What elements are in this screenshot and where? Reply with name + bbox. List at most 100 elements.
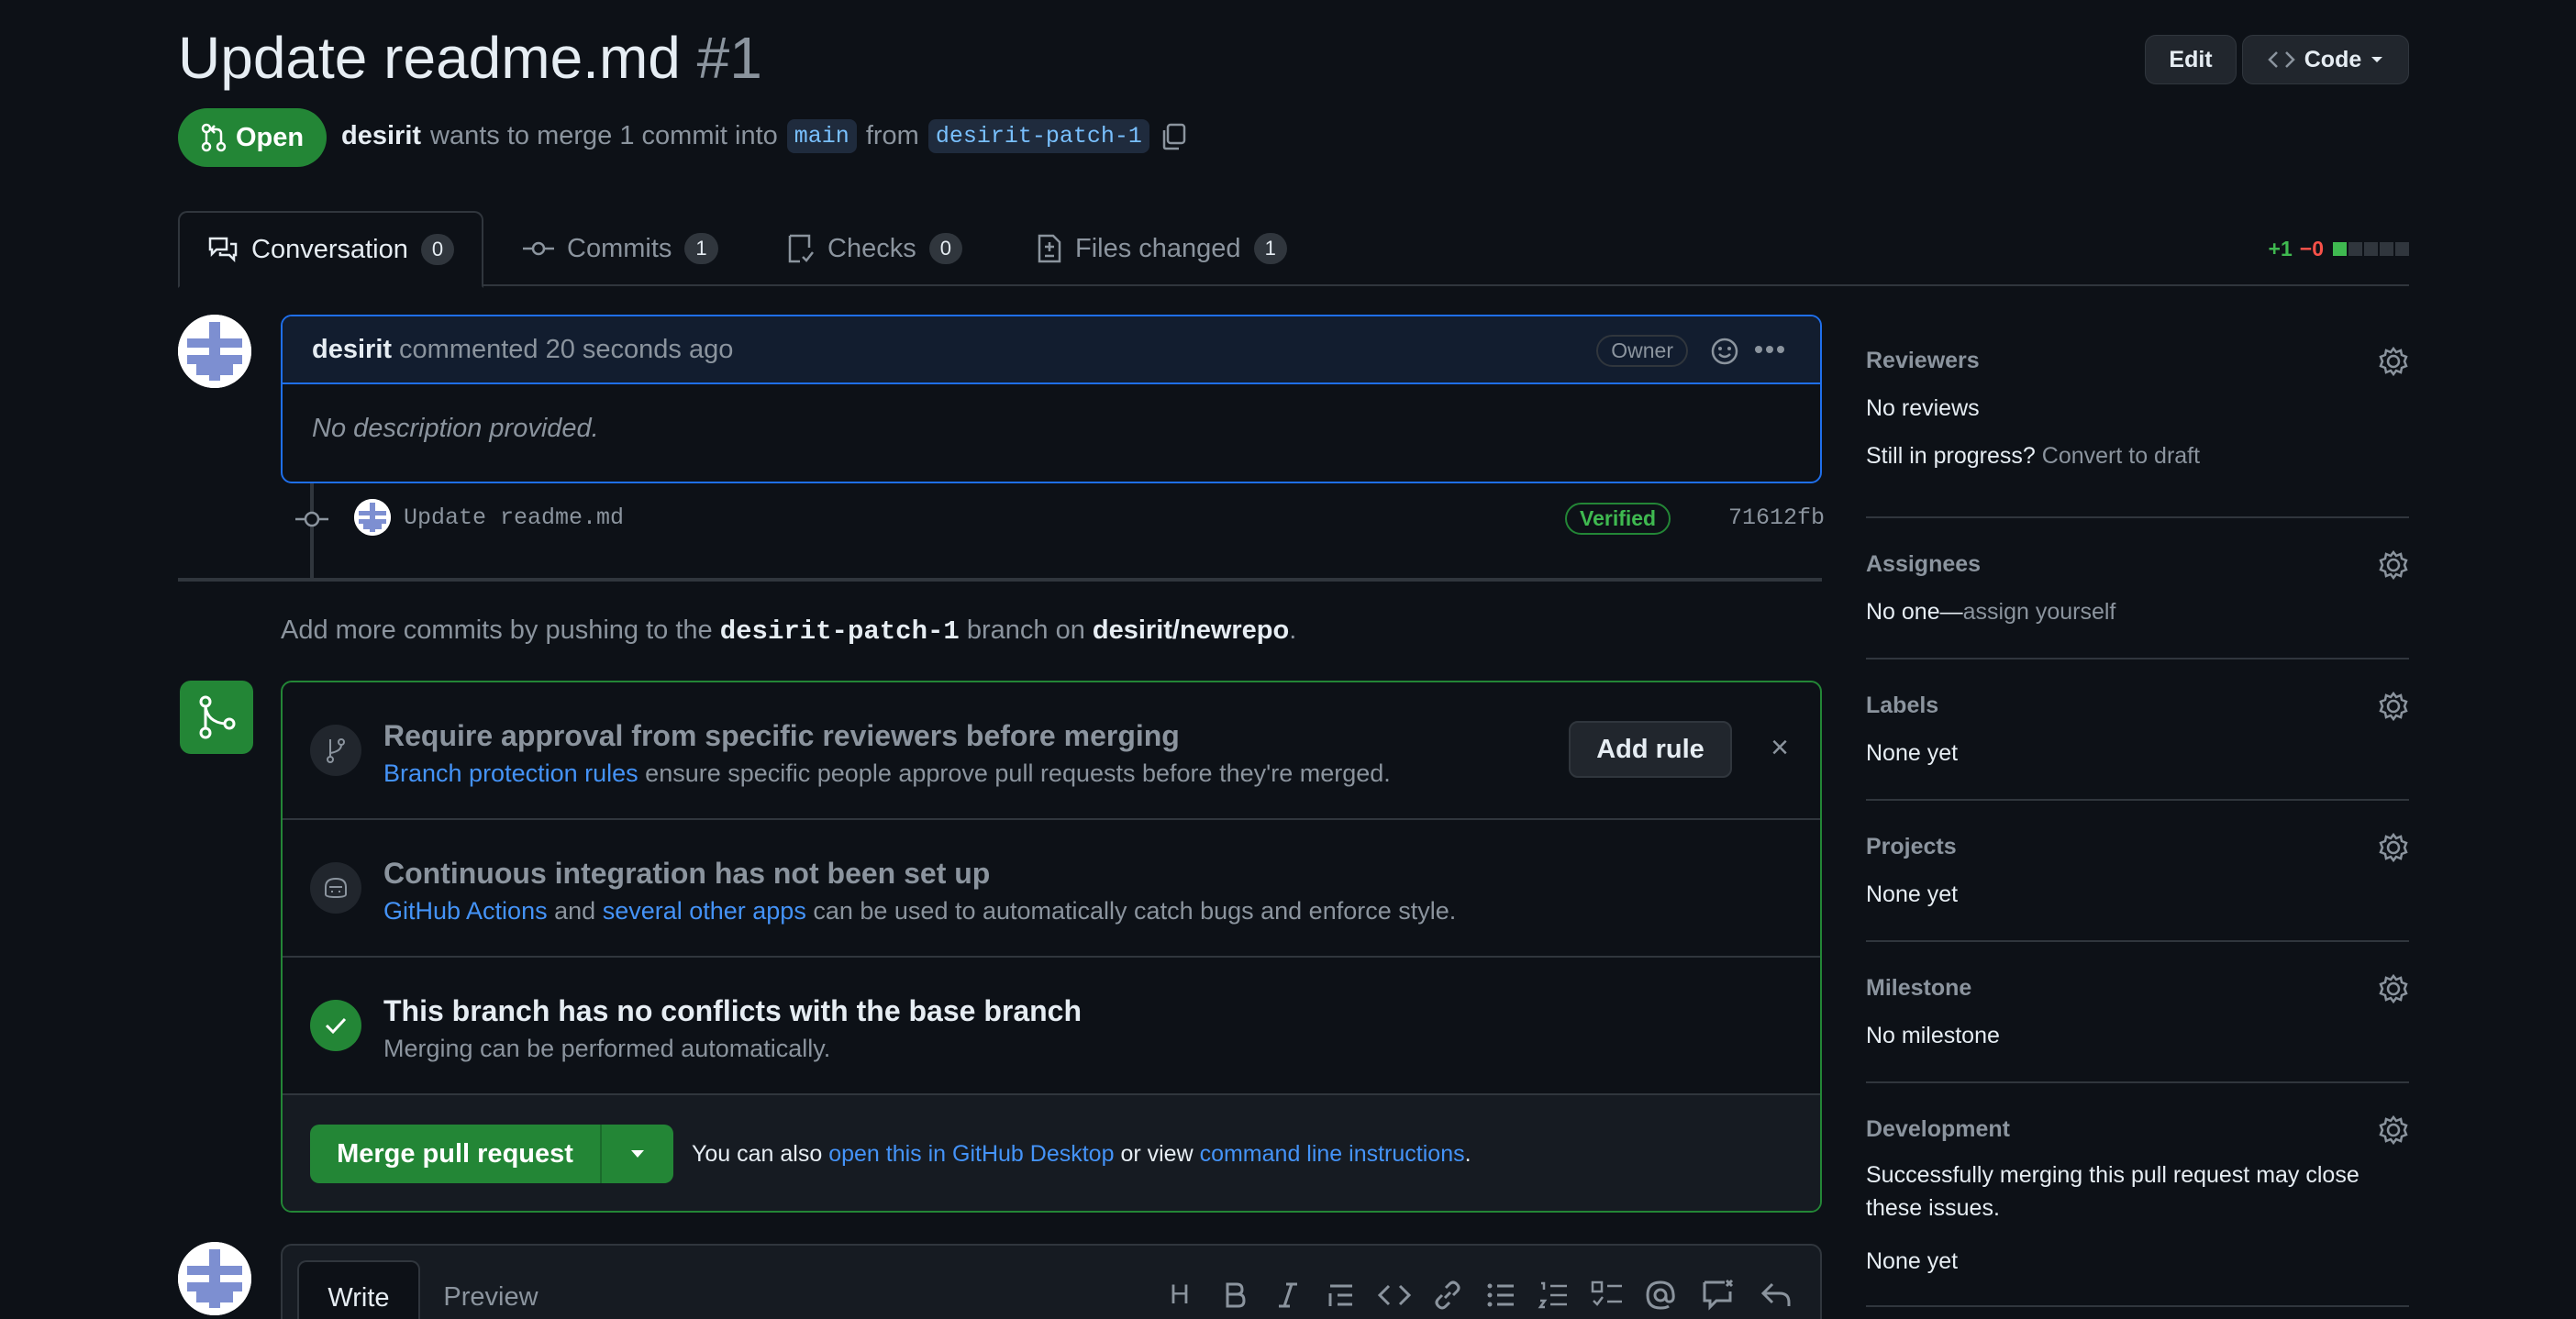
verified-badge[interactable]: Verified	[1565, 503, 1671, 535]
owner-badge: Owner	[1596, 335, 1688, 367]
commit-avatar[interactable]	[354, 499, 391, 536]
gear-icon[interactable]	[2378, 549, 2409, 581]
sidebar-title[interactable]: Development	[1866, 1116, 2010, 1143]
convert-to-draft-link[interactable]: Convert to draft	[2042, 443, 2200, 469]
github-desktop-link[interactable]: open this in GitHub Desktop	[828, 1141, 1114, 1167]
diffstat-block	[2333, 242, 2347, 256]
gear-icon[interactable]	[2378, 1114, 2409, 1146]
ci-section: Continuous integration has not been set …	[283, 820, 1820, 958]
cli-instructions-link[interactable]: command line instructions	[1200, 1141, 1465, 1167]
tab-conversation[interactable]: Conversation 0	[178, 211, 484, 288]
git-branch-icon	[327, 738, 345, 763]
checklist-icon	[788, 234, 814, 263]
commit-sha-link[interactable]: 71612fb	[1728, 504, 1825, 531]
base-branch[interactable]: main	[786, 119, 857, 153]
merge-alternatives: You can also open this in GitHub Desktop…	[692, 1141, 1471, 1168]
section-text: GitHub Actions and several other apps ca…	[383, 897, 1456, 926]
push-hint-branch: desirit-patch-1	[719, 616, 960, 647]
kebab-horizontal-icon[interactable]	[1754, 344, 1785, 355]
conflicts-section: This branch has no conflicts with the ba…	[283, 958, 1820, 1095]
sidebar-value: No reviews	[1866, 395, 1980, 421]
smiley-icon[interactable]	[1710, 337, 1739, 366]
assign-yourself-link[interactable]: assign yourself	[1963, 599, 2116, 625]
author-link[interactable]: desirit	[341, 121, 421, 151]
quote-icon[interactable]	[1323, 1277, 1360, 1313]
code-icon[interactable]	[1376, 1277, 1413, 1313]
other-apps-link[interactable]: several other apps	[603, 897, 806, 925]
mention-icon[interactable]	[1642, 1277, 1679, 1313]
current-user-avatar[interactable]	[178, 1242, 251, 1315]
merge-text: wants to merge 1 commit into	[430, 121, 778, 150]
check-icon	[325, 1017, 347, 1035]
sidebar-milestone: Milestone No milestone	[1866, 942, 2409, 1083]
check-icon-wrap	[310, 1000, 361, 1051]
git-pull-request-icon	[201, 123, 227, 152]
tab-files-changed[interactable]: Files changed 1	[1009, 211, 1315, 286]
state-badge: Open	[178, 108, 327, 167]
close-icon[interactable]: ×	[1771, 730, 1789, 766]
sidebar-title[interactable]: Assignees	[1866, 551, 1981, 578]
sidebar: Reviewers No reviews Still in progress? …	[1866, 315, 2409, 1319]
code-icon	[2267, 51, 2295, 68]
git-branch-icon-wrap	[310, 725, 361, 776]
code-label: Code	[2304, 46, 2362, 72]
pr-description-comment: desirit commented 20 seconds ago Owner N…	[281, 315, 1822, 483]
add-rule-button[interactable]: Add rule	[1569, 721, 1732, 778]
code-button[interactable]: Code	[2242, 35, 2409, 84]
merge-actions: Merge pull request You can also open thi…	[283, 1095, 1820, 1211]
head-branch[interactable]: desirit-patch-1	[927, 119, 1149, 153]
section-description: ensure specific people approve pull requ…	[645, 759, 1391, 787]
edit-label: Edit	[2169, 46, 2213, 72]
gear-icon[interactable]	[2378, 832, 2409, 863]
tab-checks[interactable]: Checks 0	[760, 211, 990, 286]
cross-reference-icon[interactable]	[1699, 1277, 1736, 1313]
bold-icon[interactable]	[1216, 1277, 1253, 1313]
italic-icon[interactable]	[1270, 1277, 1306, 1313]
push-hint-prefix: Add more commits by pushing to the	[281, 615, 713, 645]
gear-icon[interactable]	[2378, 973, 2409, 1004]
tab-write[interactable]: Write	[297, 1260, 420, 1319]
tab-label: Files changed	[1075, 233, 1241, 263]
merge-method-dropdown[interactable]	[602, 1125, 673, 1183]
tab-commits[interactable]: Commits 1	[495, 211, 746, 286]
push-hint-repo[interactable]: desirit/newrepo	[1093, 615, 1289, 645]
comment-timestamp[interactable]: commented 20 seconds ago	[399, 335, 733, 365]
git-commit-icon	[295, 511, 328, 527]
git-commit-icon	[523, 241, 554, 256]
unordered-list-icon[interactable]	[1482, 1277, 1519, 1313]
avatar[interactable]	[178, 315, 251, 388]
merge-box: Require approval from specific reviewers…	[281, 681, 1822, 1213]
sidebar-title[interactable]: Projects	[1866, 834, 1957, 860]
sidebar-title[interactable]: Milestone	[1866, 975, 1971, 1002]
pr-meta: desirit wants to merge 1 commit into mai…	[341, 119, 1188, 153]
or-view-text: or view	[1120, 1141, 1194, 1167]
link-icon[interactable]	[1429, 1277, 1466, 1313]
diffstat-block	[2364, 242, 2378, 256]
and-text: and	[554, 897, 596, 925]
git-merge-icon	[199, 695, 236, 739]
draft-row: Still in progress? Convert to draft	[1866, 439, 2200, 472]
github-actions-link[interactable]: GitHub Actions	[383, 897, 548, 925]
comment-author[interactable]: desirit	[312, 335, 392, 365]
edit-button[interactable]: Edit	[2145, 35, 2237, 84]
gear-icon[interactable]	[2378, 346, 2409, 377]
timeline-divider	[178, 578, 1822, 582]
sidebar-title[interactable]: Reviewers	[1866, 348, 1980, 374]
tab-preview[interactable]: Preview	[429, 1260, 552, 1319]
commit-message-link[interactable]: Update readme.md	[404, 504, 624, 531]
merge-pull-request-button[interactable]: Merge pull request	[310, 1125, 602, 1183]
sidebar-reviewers: Reviewers No reviews Still in progress? …	[1866, 315, 2409, 518]
merge-status-icon	[180, 681, 253, 754]
copy-icon[interactable]	[1159, 122, 1188, 151]
tab-label: Commits	[567, 233, 672, 263]
sidebar-value: No milestone	[1866, 1023, 2000, 1048]
gear-icon[interactable]	[2378, 691, 2409, 722]
task-list-icon[interactable]	[1589, 1277, 1626, 1313]
ordered-list-icon[interactable]	[1536, 1277, 1572, 1313]
heading-tool[interactable]: H	[1161, 1277, 1198, 1313]
reply-icon[interactable]	[1758, 1277, 1794, 1313]
sidebar-title[interactable]: Labels	[1866, 693, 1938, 719]
tab-counter: 1	[1253, 233, 1287, 264]
file-diff-icon	[1038, 234, 1061, 263]
branch-protection-link[interactable]: Branch protection rules	[383, 759, 638, 787]
